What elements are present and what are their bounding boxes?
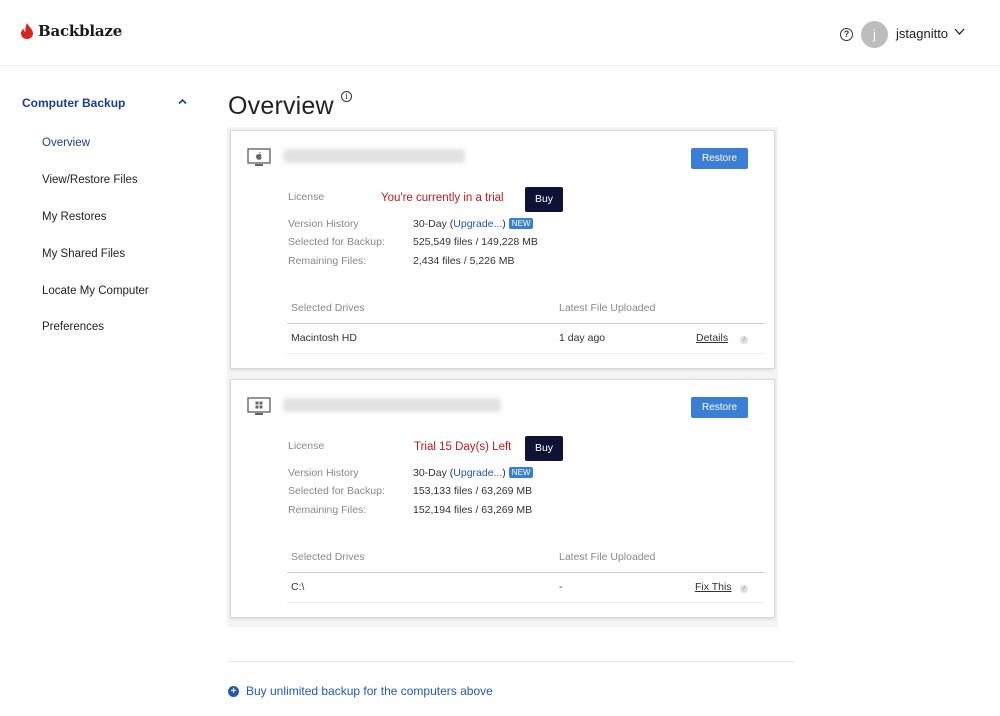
selected-drives-header: Selected Drives bbox=[291, 551, 365, 563]
new-badge: NEW bbox=[508, 467, 534, 478]
buy-unlimited-backup-label: Buy unlimited backup for the computers a… bbox=[246, 684, 493, 698]
remaining-files-label: Remaining Files: bbox=[288, 504, 367, 516]
drive-name: C:\ bbox=[291, 581, 305, 593]
upgrade-link[interactable]: Upgrade... bbox=[453, 467, 502, 479]
version-history-value: 30-Day (Upgrade...) NEW bbox=[413, 467, 534, 479]
latest-file-uploaded-header: Latest File Uploaded bbox=[559, 551, 656, 563]
restore-button[interactable]: Restore bbox=[691, 148, 748, 169]
selected-drives-header: Selected Drives bbox=[291, 302, 365, 314]
sidebar-item-my-shared-files[interactable]: My Shared Files bbox=[42, 248, 125, 260]
section-divider bbox=[228, 661, 794, 662]
version-history-label: Version History bbox=[288, 218, 359, 230]
sidebar-item-my-restores[interactable]: My Restores bbox=[42, 211, 107, 223]
new-badge: NEW bbox=[508, 218, 534, 229]
computer-name-redacted bbox=[283, 149, 465, 163]
selected-for-backup-value: 525,549 files / 149,228 MB bbox=[413, 236, 538, 248]
sidebar-item-preferences[interactable]: Preferences bbox=[42, 321, 104, 333]
table-divider bbox=[287, 602, 765, 603]
upgrade-link[interactable]: Upgrade... bbox=[453, 218, 502, 230]
buy-button[interactable]: Buy bbox=[525, 187, 563, 212]
page-title: Overview bbox=[228, 92, 334, 120]
apple-monitor-icon bbox=[247, 148, 271, 166]
remaining-files-value: 152,194 files / 63,269 MB bbox=[413, 504, 533, 516]
info-icon[interactable]: i bbox=[740, 336, 748, 344]
last-upload-value: - bbox=[559, 581, 563, 593]
sidebar-item-locate-my-computer[interactable]: Locate My Computer bbox=[42, 285, 149, 297]
chevron-up-icon[interactable] bbox=[178, 98, 187, 105]
table-divider bbox=[287, 353, 765, 354]
sidebar-section-computer-backup[interactable]: Computer Backup bbox=[22, 96, 125, 110]
buy-button[interactable]: Buy bbox=[525, 436, 563, 461]
restore-button[interactable]: Restore bbox=[691, 397, 748, 418]
trial-status: Trial 15 Day(s) Left bbox=[414, 441, 512, 453]
remaining-files-value: 2,434 files / 5,226 MB bbox=[413, 255, 515, 267]
avatar[interactable]: j bbox=[861, 21, 888, 48]
info-icon[interactable]: i bbox=[341, 91, 352, 102]
question-circle-icon[interactable]: ? bbox=[840, 28, 853, 41]
license-label: License bbox=[288, 440, 325, 452]
buy-unlimited-backup-link[interactable]: + Buy unlimited backup for the computers… bbox=[228, 684, 493, 698]
remaining-files-label: Remaining Files: bbox=[288, 255, 367, 267]
flame-icon bbox=[21, 23, 33, 39]
table-divider bbox=[287, 323, 765, 324]
brand-name: Backblaze bbox=[38, 22, 123, 40]
computer-card: Restore License Trial 15 Day(s) Left Buy… bbox=[230, 379, 775, 618]
version-history-label: Version History bbox=[288, 467, 359, 479]
selected-for-backup-label: Selected for Backup: bbox=[288, 236, 385, 248]
selected-for-backup-value: 153,133 files / 63,269 MB bbox=[413, 485, 533, 497]
selected-for-backup-label: Selected for Backup: bbox=[288, 485, 385, 497]
version-history-value: 30-Day (Upgrade...) NEW bbox=[413, 218, 534, 230]
sidebar-item-view-restore-files[interactable]: View/Restore Files bbox=[42, 174, 138, 186]
top-bar: Backblaze ? j jstagnitto bbox=[0, 0, 1000, 66]
computer-card: Restore License You're currently in a tr… bbox=[230, 130, 775, 369]
table-divider bbox=[287, 572, 765, 573]
last-upload-value: 1 day ago bbox=[559, 332, 606, 344]
username[interactable]: jstagnitto bbox=[896, 26, 948, 41]
plus-circle-icon: + bbox=[228, 685, 239, 697]
trial-status: You're currently in a trial bbox=[381, 192, 504, 204]
latest-file-uploaded-header: Latest File Uploaded bbox=[559, 302, 656, 314]
license-label: License bbox=[288, 191, 325, 203]
details-link[interactable]: Details bbox=[696, 332, 728, 344]
backblaze-logo[interactable]: Backblaze bbox=[20, 22, 122, 40]
fix-this-link[interactable]: Fix This bbox=[695, 581, 732, 593]
sidebar-item-overview[interactable]: Overview bbox=[42, 137, 90, 149]
windows-monitor-icon bbox=[247, 397, 271, 415]
info-icon[interactable]: i bbox=[740, 585, 748, 593]
chevron-down-icon[interactable] bbox=[954, 26, 965, 37]
computer-name-redacted bbox=[283, 398, 501, 412]
drive-name: Macintosh HD bbox=[291, 332, 357, 344]
